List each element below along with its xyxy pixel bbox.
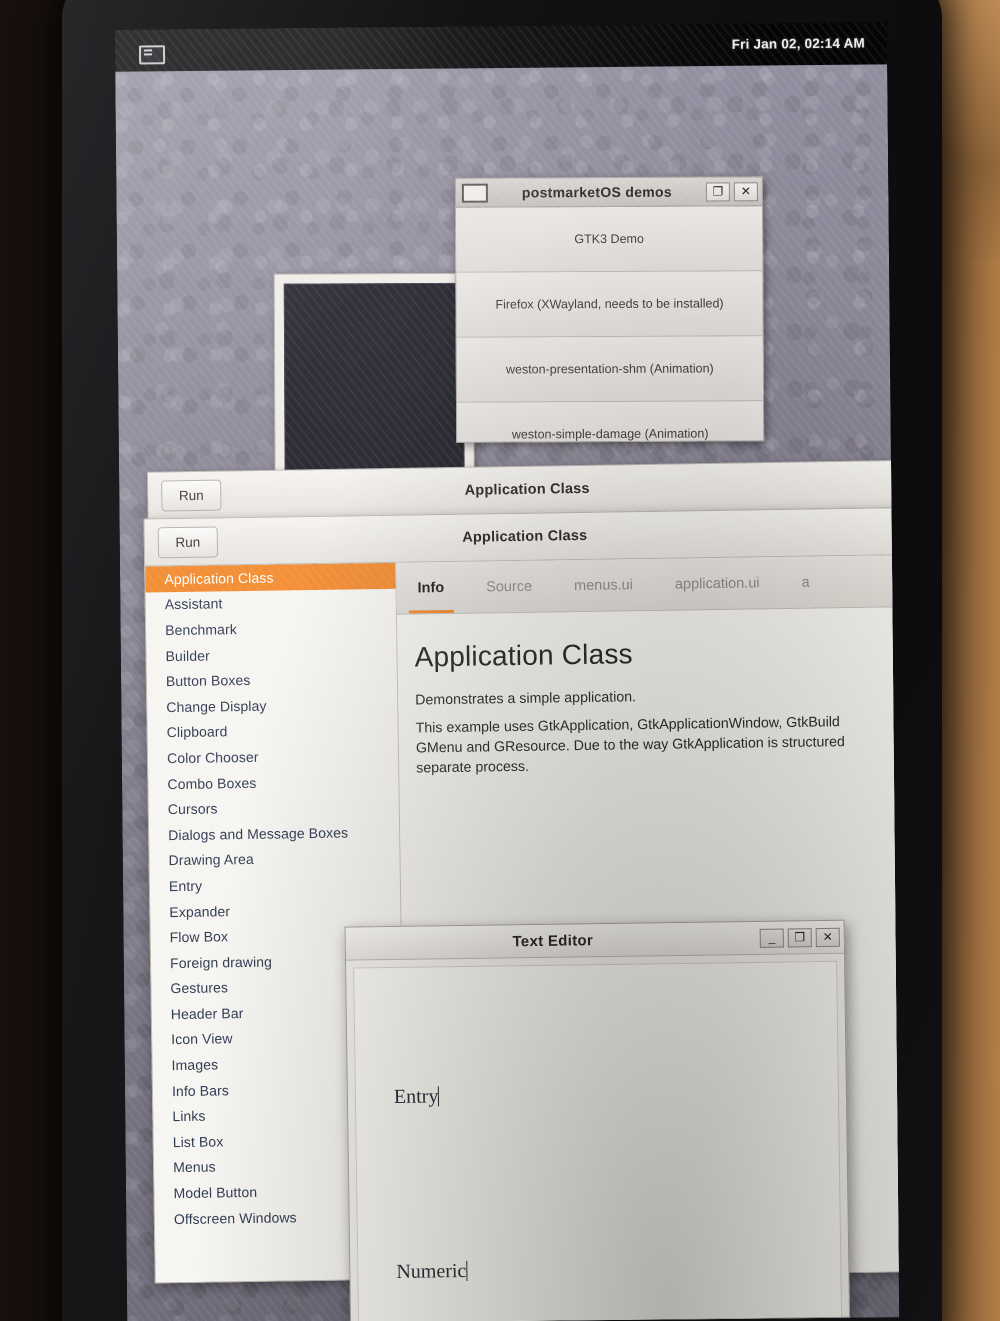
- sidebar-item-clipboard[interactable]: Clipboard: [147, 716, 397, 745]
- sidebar-item-change-display[interactable]: Change Display: [147, 691, 397, 720]
- maximize-icon[interactable]: ❐: [787, 927, 812, 947]
- text-caret: [438, 1086, 440, 1107]
- doc-paragraph-1: Demonstrates a simple application.: [415, 689, 637, 709]
- text-editor-title: Text Editor: [512, 931, 594, 950]
- panel-clock: Fri Jan 02, 02:14 AM: [731, 35, 866, 52]
- sidebar-item-cursors[interactable]: Cursors: [149, 793, 399, 822]
- sidebar-item-button-boxes[interactable]: Button Boxes: [147, 665, 397, 694]
- close-icon[interactable]: ✕: [815, 927, 840, 947]
- info-document: Application Class Demonstrates a simple …: [397, 607, 899, 787]
- list-item[interactable]: GTK3 Demo: [455, 206, 763, 273]
- demos-titlebar[interactable]: postmarketOS demos ❐ ✕: [454, 176, 763, 208]
- postmarketos-demos-window[interactable]: postmarketOS demos ❐ ✕ GTK3 Demo Firefox…: [454, 176, 765, 443]
- numeric-entry-value[interactable]: Numeric: [396, 1260, 466, 1283]
- numeric-entry-line: Numeric: [396, 1260, 468, 1284]
- sidebar-item-drawing-area[interactable]: Drawing Area: [149, 844, 399, 873]
- text-editor-window[interactable]: Text Editor _ ❐ ✕ Entry Numeric: [344, 919, 851, 1321]
- minimize-icon[interactable]: _: [759, 928, 784, 948]
- demos-window-title: postmarketOS demos: [521, 183, 672, 201]
- list-item[interactable]: weston-presentation-shm (Animation): [456, 336, 763, 403]
- window-menu-icon[interactable]: [461, 183, 488, 203]
- doc-heading: Application Class: [414, 638, 633, 673]
- page-title: Application Class: [462, 527, 588, 546]
- sidebar-item-dialogs-and-message-boxes[interactable]: Dialogs and Message Boxes: [149, 819, 399, 848]
- device-screen: Fri Jan 02, 02:14 AM postmarketOS demos …: [114, 22, 900, 1321]
- tab-menus-ui[interactable]: menus.ui: [553, 559, 655, 611]
- maximize-icon[interactable]: ❐: [705, 181, 730, 201]
- run-button[interactable]: Run: [161, 479, 222, 512]
- text-caret: [466, 1260, 468, 1281]
- text-entry-value[interactable]: Entry: [394, 1085, 439, 1108]
- doc-paragraph-2: This example uses GtkApplication, GtkApp…: [415, 714, 846, 777]
- sidebar-item-expander[interactable]: Expander: [150, 895, 400, 924]
- sidebar-item-assistant[interactable]: Assistant: [146, 588, 396, 617]
- sidebar-item-combo-boxes[interactable]: Combo Boxes: [148, 767, 398, 796]
- content-tabs[interactable]: Info Source menus.ui application.ui a: [396, 555, 900, 615]
- tab-info[interactable]: Info: [396, 562, 465, 614]
- tab-source[interactable]: Source: [465, 560, 554, 612]
- device-photo: Fri Jan 02, 02:14 AM postmarketOS demos …: [0, 0, 1000, 1321]
- sidebar-item-color-chooser[interactable]: Color Chooser: [148, 742, 398, 771]
- text-entry-line: Entry: [394, 1085, 440, 1109]
- sidebar-item-builder[interactable]: Builder: [146, 640, 396, 669]
- close-icon[interactable]: ✕: [733, 181, 758, 201]
- list-item[interactable]: Firefox (XWayland, needs to be installed…: [456, 271, 763, 338]
- gtk-back-title: Application Class: [464, 480, 590, 499]
- tab-application-ui[interactable]: application.ui: [654, 557, 781, 610]
- demos-list[interactable]: GTK3 Demo Firefox (XWayland, needs to be…: [454, 206, 765, 443]
- text-editor-titlebar[interactable]: Text Editor _ ❐ ✕: [345, 920, 844, 961]
- run-button[interactable]: Run: [157, 525, 219, 558]
- sidebar-item-benchmark[interactable]: Benchmark: [146, 614, 396, 643]
- terminal-window-icon[interactable]: [138, 45, 166, 65]
- tab-overflow[interactable]: a: [780, 556, 831, 608]
- list-item[interactable]: weston-simple-damage (Animation): [456, 401, 764, 443]
- sidebar-item-application-class[interactable]: Application Class: [145, 562, 396, 593]
- terminal-canvas[interactable]: [283, 282, 465, 492]
- text-editor-canvas[interactable]: Entry Numeric: [353, 960, 843, 1321]
- sidebar-item-entry[interactable]: Entry: [150, 870, 400, 899]
